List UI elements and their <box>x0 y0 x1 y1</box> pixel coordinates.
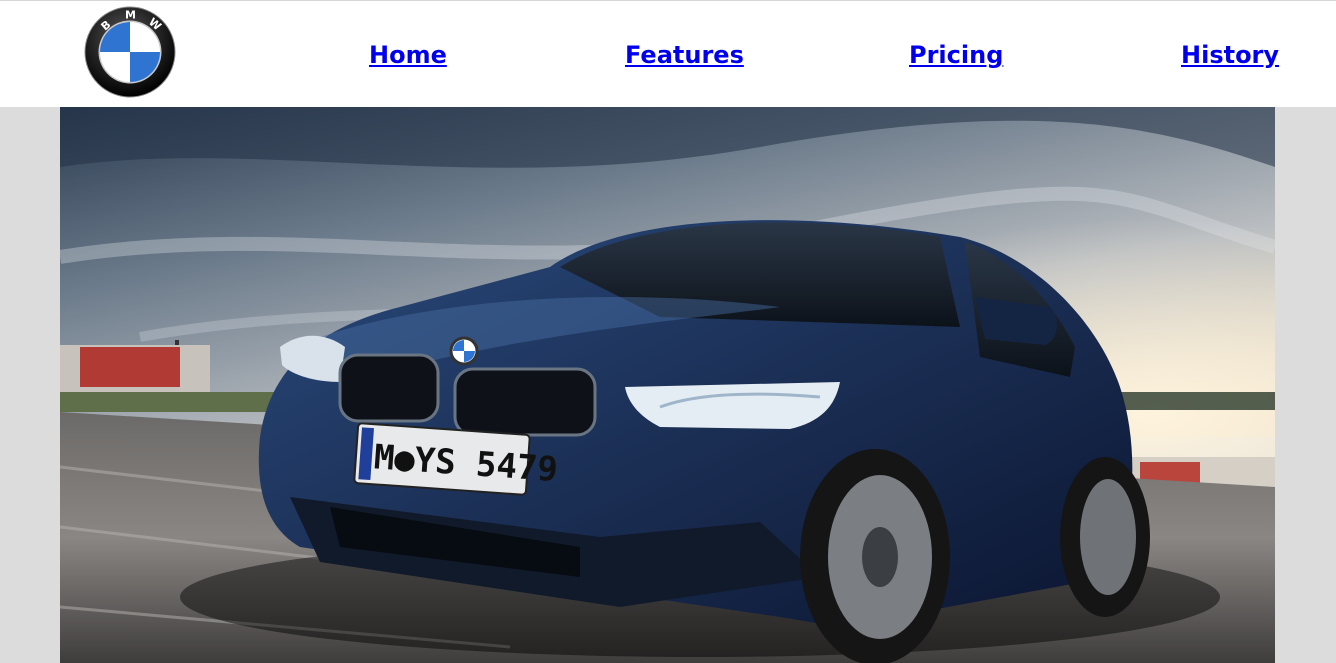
bmw-logo[interactable]: B M W <box>84 6 176 98</box>
nav-link-features[interactable]: Features <box>625 39 744 71</box>
grille-left <box>338 353 440 423</box>
track-barrier-red <box>80 347 180 387</box>
nav-link-history[interactable]: History <box>1181 39 1279 71</box>
right-headlight <box>625 382 840 429</box>
logo-letter-m: M <box>125 9 136 22</box>
rear-rim <box>1080 479 1136 595</box>
top-navigation-bar: B M W Home Features Pricing History <box>0 0 1336 107</box>
hero-image: M●YS 5479 <box>60 107 1275 663</box>
grille-right <box>453 367 597 437</box>
nav-link-pricing[interactable]: Pricing <box>909 39 1003 71</box>
nav-link-home[interactable]: Home <box>369 39 447 71</box>
